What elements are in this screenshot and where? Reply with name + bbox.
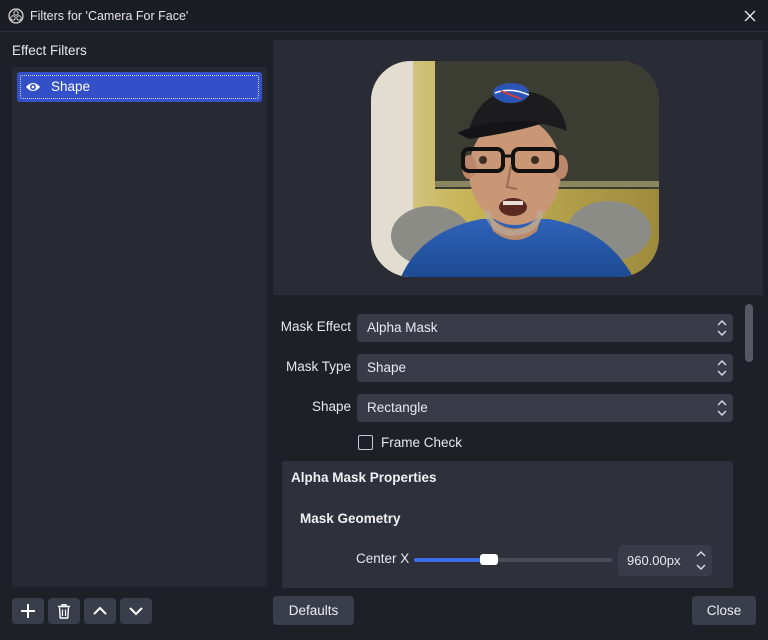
mask-effect-label: Mask Effect <box>280 319 351 334</box>
obs-app-icon <box>8 7 24 24</box>
alpha-mask-properties-group: Alpha Mask Properties Mask Geometry Cent… <box>282 461 733 588</box>
remove-filter-button[interactable] <box>48 598 80 624</box>
spin-updown-icon[interactable] <box>694 548 708 573</box>
shape-select[interactable]: Rectangle <box>357 394 733 422</box>
select-updown-icon <box>717 320 727 336</box>
mask-type-label: Mask Type <box>285 359 351 374</box>
slider-handle[interactable] <box>480 554 499 565</box>
chevron-down-icon <box>129 607 143 616</box>
mask-type-value: Shape <box>367 360 407 375</box>
add-filter-button[interactable] <box>12 598 44 624</box>
mask-type-select[interactable]: Shape <box>357 354 733 382</box>
mask-geometry-title: Mask Geometry <box>300 511 401 526</box>
center-x-spinbox[interactable]: 960.00px <box>618 545 712 576</box>
select-updown-icon <box>717 400 727 416</box>
select-updown-icon <box>717 360 727 376</box>
filter-properties: Mask Effect Alpha Mask Mask Type Shape S… <box>273 298 741 588</box>
close-window-icon[interactable] <box>740 6 760 26</box>
mask-effect-select[interactable]: Alpha Mask <box>357 314 733 342</box>
center-x-value: 960.00px <box>627 553 681 568</box>
mask-effect-value: Alpha Mask <box>367 320 438 335</box>
eye-icon[interactable] <box>25 80 41 94</box>
defaults-button[interactable]: Defaults <box>273 596 354 625</box>
shape-value: Rectangle <box>367 400 428 415</box>
trash-icon <box>58 604 70 619</box>
chevron-up-icon <box>93 606 107 615</box>
plus-icon <box>21 604 35 618</box>
properties-scrollbar[interactable] <box>745 304 753 362</box>
center-x-label: Center X <box>356 551 410 566</box>
group-title: Alpha Mask Properties <box>291 470 437 485</box>
move-filter-down-button[interactable] <box>120 598 152 624</box>
move-filter-up-button[interactable] <box>84 598 116 624</box>
camera-preview-image <box>371 61 659 277</box>
center-x-slider[interactable] <box>414 558 612 562</box>
frame-check-checkbox[interactable] <box>358 435 373 450</box>
effect-filters-label: Effect Filters <box>12 43 87 58</box>
title-bar: Filters for 'Camera For Face' <box>0 0 768 32</box>
close-button[interactable]: Close <box>692 596 756 625</box>
effect-filters-list[interactable]: Shape <box>12 67 267 587</box>
shape-label: Shape <box>311 399 351 414</box>
filter-item-shape[interactable]: Shape <box>17 72 262 102</box>
filter-preview <box>273 40 763 295</box>
window-title: Filters for 'Camera For Face' <box>30 8 189 23</box>
frame-check-label[interactable]: Frame Check <box>381 435 462 450</box>
filter-item-label: Shape <box>51 79 91 94</box>
slider-fill <box>414 558 490 562</box>
